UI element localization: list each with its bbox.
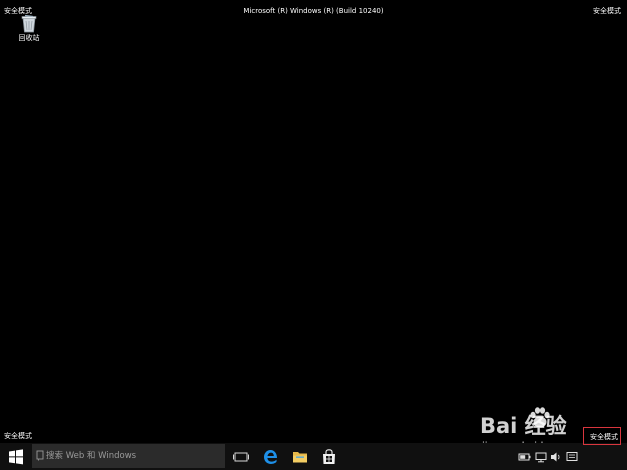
- recycle-bin-icon: [21, 14, 37, 33]
- store-icon: [323, 449, 335, 464]
- tray-network[interactable]: [534, 449, 548, 463]
- search-placeholder: 搜索 Web 和 Windows: [46, 451, 137, 461]
- tray-notifications[interactable]: [565, 449, 579, 463]
- windows-logo-icon: [9, 449, 23, 465]
- watermark-logo-text: Bai 经验: [480, 414, 567, 438]
- volume-icon: [551, 452, 560, 462]
- edge-icon: [264, 450, 277, 464]
- network-icon: [535, 452, 547, 463]
- desktop-icon-label: 回收站: [18, 34, 40, 42]
- action-center-icon: [566, 452, 578, 461]
- build-version-label: Microsoft (R) Windows (R) (Build 10240): [243, 7, 384, 15]
- edge-browser-button[interactable]: [261, 447, 281, 467]
- start-button[interactable]: [8, 449, 24, 465]
- taskbar: 搜索 Web 和 Windows: [0, 443, 627, 470]
- search-input[interactable]: 搜索 Web 和 Windows: [32, 444, 225, 468]
- desktop: 安全模式 Microsoft (R) Windows (R) (Build 10…: [0, 0, 627, 470]
- safe-mode-label-bottom-right: 安全模式: [590, 433, 618, 441]
- search-icon: [36, 450, 44, 461]
- tray-battery[interactable]: [518, 449, 532, 463]
- store-button[interactable]: [319, 447, 339, 467]
- file-explorer-button[interactable]: [290, 447, 310, 467]
- safe-mode-label-top-right: 安全模式: [593, 7, 621, 15]
- tray-volume[interactable]: [549, 449, 563, 463]
- desktop-icon-recycle-bin[interactable]: 回收站: [10, 14, 48, 43]
- battery-icon: [518, 453, 531, 461]
- safe-mode-label-bottom-left: 安全模式: [4, 432, 32, 440]
- task-view-button[interactable]: [231, 447, 251, 467]
- folder-icon: [293, 452, 307, 463]
- task-view-icon: [233, 452, 249, 462]
- paw-logo-icon: [530, 407, 550, 428]
